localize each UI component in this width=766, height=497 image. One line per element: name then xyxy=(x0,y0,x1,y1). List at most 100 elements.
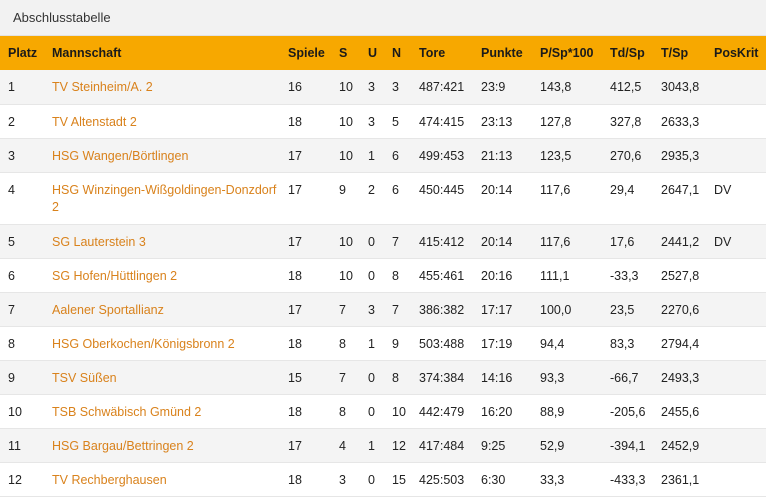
cell-u: 0 xyxy=(360,462,384,497)
cell-mannschaft: TV Rechberghausen xyxy=(44,462,280,497)
cell-td-sp: 17,6 xyxy=(602,224,653,259)
cell-u: 3 xyxy=(360,104,384,139)
col-header-p-sp[interactable]: P/Sp*100 xyxy=(532,36,602,70)
col-header-n[interactable]: N xyxy=(384,36,411,70)
cell-s: 7 xyxy=(331,292,360,327)
cell-s: 10 xyxy=(331,138,360,173)
team-link[interactable]: SG Hofen/Hüttlingen 2 xyxy=(52,269,177,283)
cell-poskrit xyxy=(706,360,766,395)
col-header-tore[interactable]: Tore xyxy=(411,36,473,70)
team-link[interactable]: Aalener Sportallianz xyxy=(52,303,164,317)
cell-mannschaft: SG Lauterstein 3 xyxy=(44,224,280,259)
cell-t-sp: 2455,6 xyxy=(653,394,706,429)
cell-platz: 1 xyxy=(0,70,44,105)
table-row: 10 TSB Schwäbisch Gmünd 2 18 8 0 10 442:479 16:… xyxy=(0,394,766,429)
cell-s: 7 xyxy=(331,360,360,395)
cell-tore: 487:421 xyxy=(411,70,473,105)
cell-punkte: 20:14 xyxy=(473,172,532,225)
cell-n: 6 xyxy=(384,172,411,225)
cell-td-sp: -394,1 xyxy=(602,428,653,463)
cell-n: 5 xyxy=(384,104,411,139)
cell-u: 2 xyxy=(360,172,384,225)
cell-u: 1 xyxy=(360,138,384,173)
cell-p-sp: 33,3 xyxy=(532,462,602,497)
cell-poskrit xyxy=(706,394,766,429)
team-link[interactable]: TSB Schwäbisch Gmünd 2 xyxy=(52,405,201,419)
cell-td-sp: -66,7 xyxy=(602,360,653,395)
cell-s: 4 xyxy=(331,428,360,463)
team-link[interactable]: SG Lauterstein 3 xyxy=(52,235,146,249)
cell-td-sp: -433,3 xyxy=(602,462,653,497)
table-row: 5 SG Lauterstein 3 17 10 0 7 415:412 20:14 117,6… xyxy=(0,224,766,259)
col-header-t-sp[interactable]: T/Sp xyxy=(653,36,706,70)
cell-mannschaft: HSG Wangen/Börtlingen xyxy=(44,138,280,173)
cell-platz: 7 xyxy=(0,292,44,327)
cell-p-sp: 93,3 xyxy=(532,360,602,395)
cell-platz: 6 xyxy=(0,258,44,293)
cell-n: 8 xyxy=(384,258,411,293)
team-link[interactable]: HSG Oberkochen/Königsbronn 2 xyxy=(52,337,235,351)
cell-n: 9 xyxy=(384,326,411,361)
table-header-row: Platz Mannschaft Spiele S U N Tore Punkt… xyxy=(0,36,766,70)
cell-spiele: 16 xyxy=(280,70,331,105)
team-link[interactable]: TV Steinheim/A. 2 xyxy=(52,80,153,94)
cell-t-sp: 2527,8 xyxy=(653,258,706,293)
table-row: 3 HSG Wangen/Börtlingen 17 10 1 6 499:453 21:13… xyxy=(0,138,766,173)
cell-poskrit: DV xyxy=(706,172,766,225)
team-link[interactable]: HSG Wangen/Börtlingen xyxy=(52,149,188,163)
cell-platz: 10 xyxy=(0,394,44,429)
col-header-poskrit[interactable]: PosKrit xyxy=(706,36,766,70)
cell-platz: 3 xyxy=(0,138,44,173)
table-row: 2 TV Altenstadt 2 18 10 3 5 474:415 23:13 127,8 3… xyxy=(0,104,766,139)
cell-t-sp: 2647,1 xyxy=(653,172,706,225)
cell-td-sp: 412,5 xyxy=(602,70,653,105)
cell-s: 9 xyxy=(331,172,360,225)
col-header-s[interactable]: S xyxy=(331,36,360,70)
cell-spiele: 18 xyxy=(280,394,331,429)
cell-td-sp: 29,4 xyxy=(602,172,653,225)
table-row: 11 HSG Bargau/Bettringen 2 17 4 1 12 417:484 9:… xyxy=(0,428,766,463)
cell-mannschaft: TSB Schwäbisch Gmünd 2 xyxy=(44,394,280,429)
cell-td-sp: -205,6 xyxy=(602,394,653,429)
team-link[interactable]: HSG Bargau/Bettringen 2 xyxy=(52,439,194,453)
cell-p-sp: 94,4 xyxy=(532,326,602,361)
cell-n: 6 xyxy=(384,138,411,173)
col-header-punkte[interactable]: Punkte xyxy=(473,36,532,70)
table-row: 1 TV Steinheim/A. 2 16 10 3 3 487:421 23:9 143,8… xyxy=(0,70,766,105)
team-link[interactable]: TV Rechberghausen xyxy=(52,473,167,487)
cell-s: 8 xyxy=(331,326,360,361)
cell-platz: 12 xyxy=(0,462,44,497)
col-header-spiele[interactable]: Spiele xyxy=(280,36,331,70)
cell-tore: 415:412 xyxy=(411,224,473,259)
cell-tore: 374:384 xyxy=(411,360,473,395)
cell-punkte: 23:9 xyxy=(473,70,532,105)
cell-tore: 386:382 xyxy=(411,292,473,327)
col-header-mannschaft[interactable]: Mannschaft xyxy=(44,36,280,70)
cell-spiele: 17 xyxy=(280,172,331,225)
cell-mannschaft: HSG Oberkochen/Königsbronn 2 xyxy=(44,326,280,361)
cell-n: 7 xyxy=(384,224,411,259)
cell-s: 10 xyxy=(331,70,360,105)
cell-mannschaft: TV Altenstadt 2 xyxy=(44,104,280,139)
cell-td-sp: -33,3 xyxy=(602,258,653,293)
table-row: 9 TSV Süßen 15 7 0 8 374:384 14:16 93,3 -66,7 2493… xyxy=(0,360,766,395)
standings-panel: Abschlusstabelle Platz Mannschaft Spiele… xyxy=(0,0,766,497)
cell-platz: 11 xyxy=(0,428,44,463)
col-header-platz[interactable]: Platz xyxy=(0,36,44,70)
team-link[interactable]: TSV Süßen xyxy=(52,371,117,385)
cell-poskrit: DV xyxy=(706,224,766,259)
cell-punkte: 20:14 xyxy=(473,224,532,259)
cell-punkte: 17:17 xyxy=(473,292,532,327)
cell-t-sp: 2794,4 xyxy=(653,326,706,361)
col-header-u[interactable]: U xyxy=(360,36,384,70)
standings-table: Platz Mannschaft Spiele S U N Tore Punkt… xyxy=(0,36,766,497)
team-link[interactable]: TV Altenstadt 2 xyxy=(52,115,137,129)
cell-poskrit xyxy=(706,258,766,293)
cell-u: 3 xyxy=(360,70,384,105)
team-link[interactable]: HSG Winzingen-Wißgoldingen-Donzdorf 2 xyxy=(52,183,276,214)
cell-p-sp: 143,8 xyxy=(532,70,602,105)
col-header-td-sp[interactable]: Td/Sp xyxy=(602,36,653,70)
cell-spiele: 18 xyxy=(280,326,331,361)
cell-spiele: 17 xyxy=(280,292,331,327)
cell-punkte: 6:30 xyxy=(473,462,532,497)
